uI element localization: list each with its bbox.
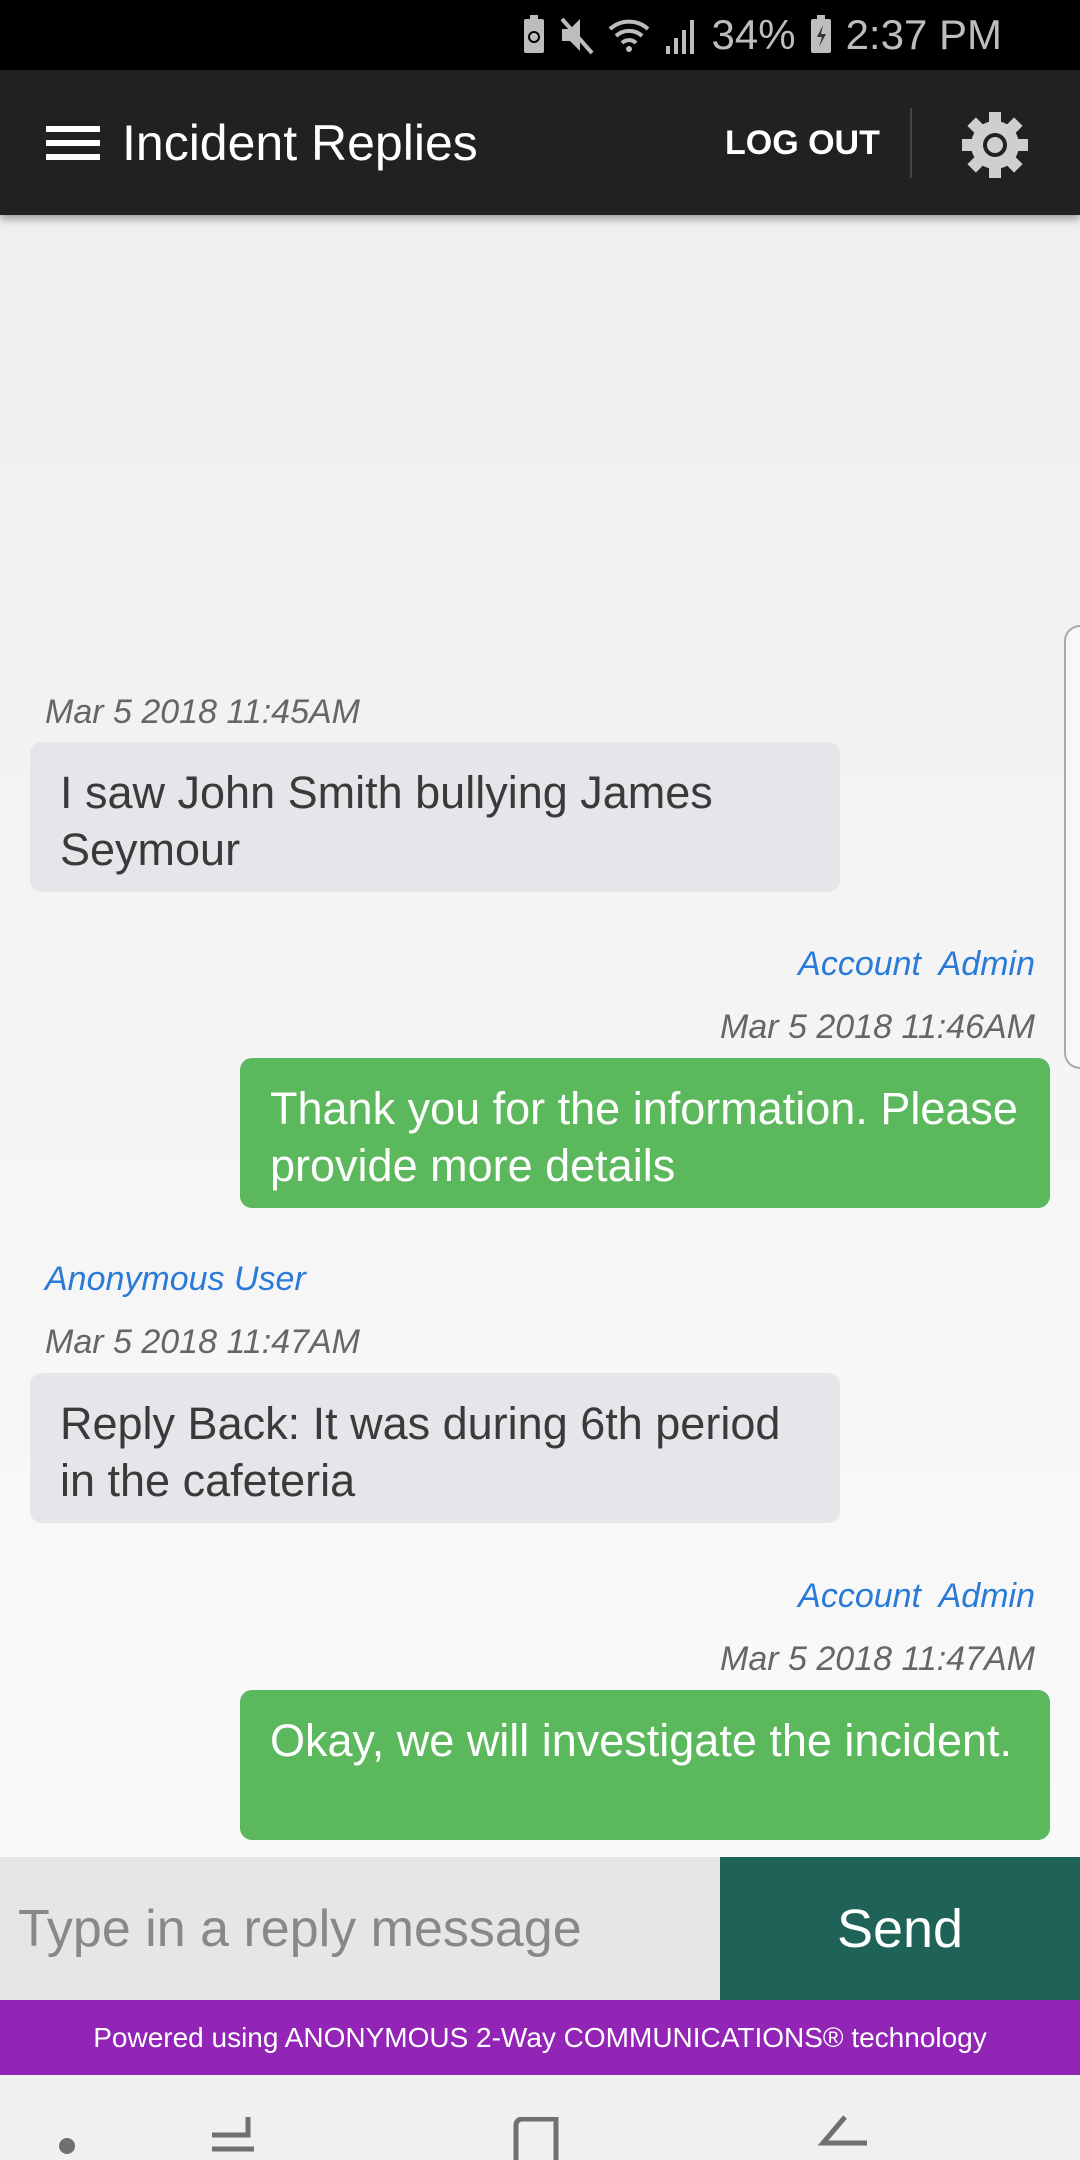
message-timestamp: Mar 5 2018 11:47AM	[45, 1323, 360, 1361]
message-timestamp: Mar 5 2018 11:45AM	[45, 693, 360, 731]
send-button[interactable]: Send	[720, 1857, 1080, 2000]
signal-icon	[665, 20, 694, 54]
incoming-message-bubble: Reply Back: It was during 6th period in …	[30, 1373, 840, 1523]
message-timestamp: Mar 5 2018 11:46AM	[720, 1008, 1035, 1046]
charging-battery-icon	[810, 15, 831, 53]
message-list[interactable]: Mar 5 2018 11:45AM I saw John Smith bull…	[0, 215, 1080, 1857]
powered-by-banner: Powered using ANONYMOUS 2-Way COMMUNICAT…	[0, 2000, 1080, 2075]
home-icon[interactable]	[512, 2117, 562, 2160]
reply-composer: Send	[0, 1857, 1080, 2000]
scrollbar[interactable]	[1064, 625, 1080, 1069]
incoming-message-bubble: I saw John Smith bullying James Seymour	[30, 742, 840, 892]
status-bar: 34% 2:37 PM	[0, 0, 1080, 70]
gear-icon[interactable]	[960, 110, 1030, 180]
toolbar-divider	[910, 108, 912, 178]
message-timestamp: Mar 5 2018 11:47AM	[720, 1640, 1035, 1678]
hamburger-menu-icon[interactable]	[46, 126, 100, 160]
recents-icon[interactable]	[208, 2115, 258, 2160]
wifi-icon	[608, 19, 649, 52]
mute-icon	[560, 17, 594, 55]
sender-name: Anonymous User	[45, 1260, 306, 1298]
page-title: Incident Replies	[122, 115, 478, 171]
dot-icon[interactable]	[58, 2137, 76, 2155]
app-bar: Incident Replies LOG OUT	[0, 70, 1080, 215]
logout-button[interactable]: LOG OUT	[725, 124, 880, 163]
outgoing-message-bubble: Okay, we will investigate the incident.	[240, 1690, 1050, 1840]
sender-name: Account Admin	[798, 1577, 1035, 1615]
clock: 2:37 PM	[845, 11, 1002, 58]
back-icon[interactable]	[815, 2115, 870, 2160]
reply-message-input[interactable]	[0, 1857, 720, 2000]
outgoing-message-bubble: Thank you for the information. Please pr…	[240, 1058, 1050, 1208]
sender-name: Account Admin	[798, 945, 1035, 983]
system-nav-bar	[0, 2075, 1080, 2160]
battery-saver-icon	[523, 15, 544, 53]
battery-percent: 34%	[711, 11, 796, 58]
